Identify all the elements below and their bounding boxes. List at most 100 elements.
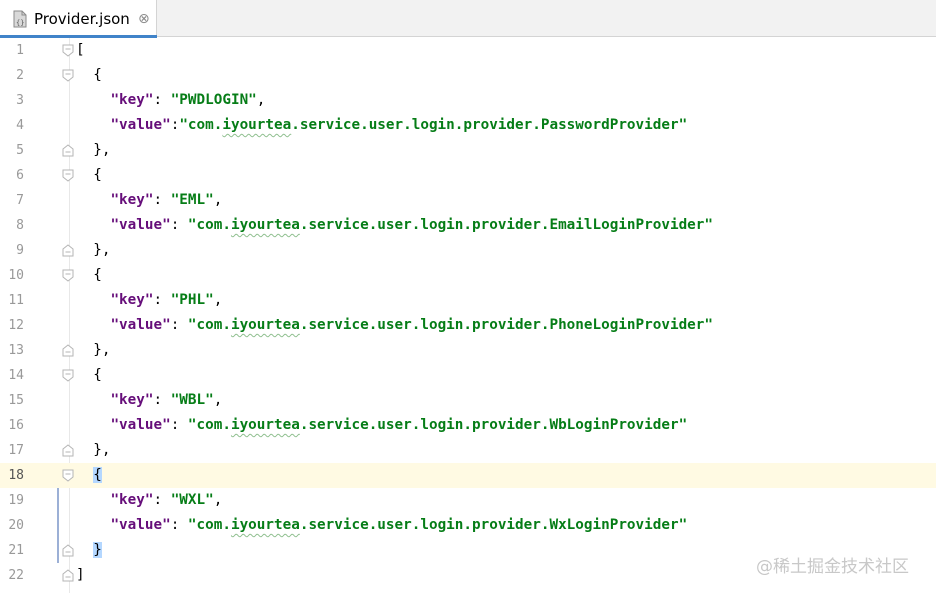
line-number: 15: [8, 393, 24, 408]
json-key: "value": [110, 417, 171, 433]
punctuation: :: [170, 517, 188, 533]
fold-collapse-icon[interactable]: [62, 269, 74, 282]
code-text: },: [76, 138, 110, 163]
code-text: },: [76, 438, 110, 463]
fold-end-icon[interactable]: [62, 569, 74, 582]
code-text: }: [76, 538, 102, 563]
spellcheck-word: iyourtea: [222, 117, 292, 133]
code-line[interactable]: 8 "value": "com.iyourtea.service.user.lo…: [0, 213, 936, 238]
code-line[interactable]: 3 "key": "PWDLOGIN",: [0, 88, 936, 113]
line-number: 8: [16, 218, 24, 233]
code-line[interactable]: 5 },: [0, 138, 936, 163]
code-line[interactable]: 17 },: [0, 438, 936, 463]
fold-end-icon[interactable]: [62, 344, 74, 357]
fold-end-icon[interactable]: [62, 244, 74, 257]
json-key: "value": [110, 317, 171, 333]
punctuation: [76, 417, 110, 433]
punctuation: [76, 542, 93, 558]
code-line[interactable]: 15 "key": "WBL",: [0, 388, 936, 413]
code-text: {: [76, 363, 102, 388]
code-text: {: [76, 463, 102, 488]
fold-collapse-icon[interactable]: [62, 69, 74, 82]
punctuation: },: [76, 442, 111, 458]
spellcheck-word: iyourtea: [230, 217, 300, 233]
editor-tab-bar: {} Provider.json ⊗: [0, 0, 936, 38]
json-string: "PWDLOGIN": [170, 92, 257, 108]
code-text: "value": "com.iyourtea.service.user.logi…: [76, 413, 687, 438]
code-line[interactable]: 1[: [0, 38, 936, 63]
json-string: "com.: [187, 417, 231, 433]
code-line[interactable]: 13 },: [0, 338, 936, 363]
code-text: "key": "WBL",: [76, 388, 222, 413]
line-number: 20: [8, 518, 24, 533]
code-text: "value":"com.iyourtea.service.user.login…: [76, 113, 687, 138]
punctuation: ,: [213, 292, 223, 308]
close-tab-icon[interactable]: ⊗: [138, 10, 150, 28]
spellcheck-word: iyourtea: [230, 317, 300, 333]
punctuation: [76, 317, 110, 333]
fold-collapse-icon[interactable]: [62, 469, 74, 482]
fold-collapse-icon[interactable]: [62, 169, 74, 182]
fold-collapse-icon[interactable]: [62, 44, 74, 57]
code-text: {: [76, 163, 102, 188]
spellcheck-word: iyourtea: [230, 417, 300, 433]
fold-end-icon[interactable]: [62, 544, 74, 557]
code-line[interactable]: 20 "value": "com.iyourtea.service.user.l…: [0, 513, 936, 538]
code-editor[interactable]: 1[2 {3 "key": "PWDLOGIN", 4 "value":"com.…: [0, 38, 936, 593]
code-text: {: [76, 263, 102, 288]
fold-collapse-icon[interactable]: [62, 369, 74, 382]
line-number: 12: [8, 318, 24, 333]
tab-provider-json[interactable]: {} Provider.json ⊗: [0, 0, 157, 38]
json-string: "PHL": [170, 292, 214, 308]
code-line[interactable]: 14 {: [0, 363, 936, 388]
line-number: 1: [16, 43, 24, 58]
line-number: 11: [8, 293, 24, 308]
code-line[interactable]: 7 "key": "EML",: [0, 188, 936, 213]
fold-end-icon[interactable]: [62, 144, 74, 157]
matched-brace: }: [93, 542, 102, 558]
code-line[interactable]: 19 "key": "WXL",: [0, 488, 936, 513]
code-text: },: [76, 338, 110, 363]
line-number: 4: [16, 118, 24, 133]
json-key: "key": [110, 92, 154, 108]
code-line[interactable]: 18 {: [0, 463, 936, 488]
code-text: },: [76, 238, 110, 263]
fold-end-icon[interactable]: [62, 444, 74, 457]
json-key: "key": [110, 292, 154, 308]
svg-text:{}: {}: [16, 19, 24, 27]
punctuation: [76, 492, 110, 508]
line-number: 18: [8, 468, 24, 483]
code-line[interactable]: 4 "value":"com.iyourtea.service.user.log…: [0, 113, 936, 138]
code-line[interactable]: 6 {: [0, 163, 936, 188]
punctuation: },: [76, 242, 111, 258]
code-line[interactable]: 2 {: [0, 63, 936, 88]
line-number: 10: [8, 268, 24, 283]
json-string: "com.: [187, 317, 231, 333]
json-string: .service.user.login.provider.WbLoginProv…: [299, 417, 688, 433]
code-text: "value": "com.iyourtea.service.user.logi…: [76, 213, 713, 238]
watermark: @稀土掘金技术社区: [756, 557, 909, 577]
punctuation: {: [76, 167, 102, 183]
punctuation: :: [153, 92, 171, 108]
punctuation: [76, 292, 110, 308]
code-text: "key": "EML",: [76, 188, 222, 213]
code-line[interactable]: 10 {: [0, 263, 936, 288]
code-line[interactable]: 9 },: [0, 238, 936, 263]
code-line[interactable]: 12 "value": "com.iyourtea.service.user.l…: [0, 313, 936, 338]
line-number: 13: [8, 343, 24, 358]
json-file-icon: {}: [13, 10, 27, 28]
punctuation: [76, 117, 110, 133]
punctuation: ,: [256, 92, 266, 108]
line-number: 5: [16, 143, 24, 158]
code-text: "value": "com.iyourtea.service.user.logi…: [76, 513, 687, 538]
line-number: 14: [8, 368, 24, 383]
code-text: "key": "WXL",: [76, 488, 222, 513]
code-text: {: [76, 63, 102, 88]
punctuation: {: [76, 267, 102, 283]
code-line[interactable]: 11 "key": "PHL",: [0, 288, 936, 313]
json-string: "com.: [179, 117, 223, 133]
json-string: "WXL": [170, 492, 214, 508]
punctuation: },: [76, 342, 111, 358]
json-string: "WBL": [170, 392, 214, 408]
code-line[interactable]: 16 "value": "com.iyourtea.service.user.l…: [0, 413, 936, 438]
